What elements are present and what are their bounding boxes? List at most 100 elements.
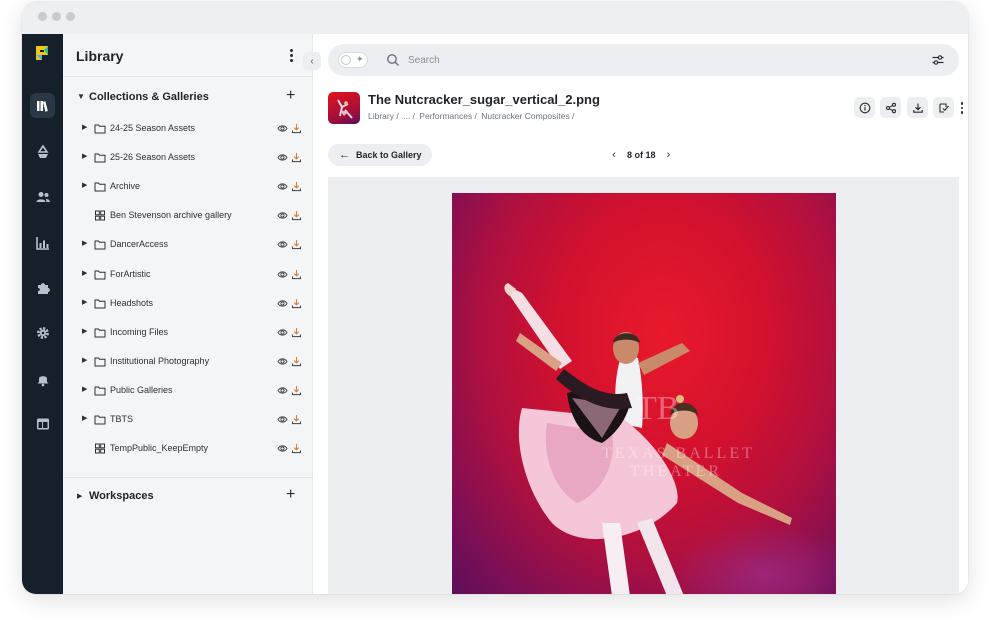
search-icon [387, 54, 399, 66]
visibility-icon[interactable] [277, 269, 288, 280]
breadcrumb-item[interactable]: Library / [368, 111, 399, 121]
download-icon[interactable] [291, 327, 302, 338]
visibility-icon[interactable] [277, 210, 288, 221]
download-icon[interactable] [291, 152, 302, 163]
tree-item[interactable]: ▶ 24-25 Season Assets [63, 118, 313, 140]
caret-right-icon[interactable]: ▶ [82, 414, 87, 422]
workspaces-section-header[interactable]: ▶ Workspaces + [63, 485, 313, 509]
bell-icon[interactable] [30, 366, 55, 391]
approve-icon[interactable] [933, 97, 954, 118]
image-pager: ‹ 8 of 18 › [609, 147, 674, 163]
chevron-right-icon[interactable]: › [664, 149, 674, 161]
chevron-left-icon[interactable]: ‹ [303, 52, 321, 70]
chart-icon[interactable] [30, 230, 55, 255]
caret-right-icon[interactable]: ▶ [82, 298, 87, 306]
folder-icon [94, 153, 106, 163]
tree-item[interactable]: ▶ TBTS [63, 409, 313, 431]
visibility-icon[interactable] [277, 152, 288, 163]
share-icon[interactable] [880, 97, 901, 118]
preview-image[interactable]: TB TEXAS BALLET THEATER [452, 193, 836, 594]
tree-item[interactable]: ▶ Headshots [63, 293, 313, 315]
add-collection-icon[interactable]: + [286, 87, 295, 105]
download-icon[interactable] [291, 210, 302, 221]
sidebar-title: Library [76, 48, 124, 64]
pager-label: 8 of 18 [627, 150, 656, 160]
tree-item-label: Ben Stevenson archive gallery [110, 210, 232, 220]
breadcrumb-item[interactable]: Nutcracker Composites / [481, 111, 574, 121]
tree-item[interactable]: ▶ DancerAccess [63, 234, 313, 256]
info-icon[interactable] [854, 97, 875, 118]
visibility-icon[interactable] [277, 239, 288, 250]
visibility-icon[interactable] [277, 443, 288, 454]
window-close-dot[interactable] [38, 12, 47, 21]
caret-right-icon[interactable]: ▶ [82, 123, 87, 131]
sidebar-more-icon[interactable] [285, 46, 297, 64]
caret-right-icon[interactable]: ▶ [82, 356, 87, 364]
caret-right-icon[interactable]: ▶ [82, 327, 87, 335]
download-icon[interactable] [291, 443, 302, 454]
tree-item-label: TempPublic_KeepEmpty [110, 443, 209, 453]
caret-right-icon[interactable]: ▶ [82, 239, 87, 247]
tree-item[interactable]: ▶ Public Galleries [63, 380, 313, 402]
download-icon[interactable] [291, 269, 302, 280]
download-icon[interactable] [907, 97, 928, 118]
library-icon[interactable] [30, 93, 55, 118]
search-input[interactable] [408, 50, 888, 70]
tree-item[interactable]: Ben Stevenson archive gallery [63, 205, 313, 227]
breadcrumb-item[interactable]: ... / [403, 111, 415, 121]
logo-icon[interactable] [33, 44, 51, 62]
recycle-icon[interactable] [30, 139, 55, 164]
visibility-icon[interactable] [277, 181, 288, 192]
asset-more-icon[interactable] [958, 100, 966, 116]
asset-title: The Nutcracker_sugar_vertical_2.png [368, 92, 600, 107]
breadcrumb-item[interactable]: Performances / [419, 111, 477, 121]
tree-item[interactable]: ▶ ForArtistic [63, 264, 313, 286]
settings-icon[interactable] [30, 320, 55, 345]
caret-down-icon[interactable]: ▼ [77, 92, 85, 101]
ai-search-toggle[interactable]: ✦ [338, 52, 368, 68]
visibility-icon[interactable] [277, 385, 288, 396]
caret-right-icon[interactable]: ▶ [82, 152, 87, 160]
nav-rail [22, 34, 63, 594]
ballet-dancers-illustration: TB TEXAS BALLET THEATER [504, 283, 836, 594]
caret-right-icon[interactable]: ▶ [82, 181, 87, 189]
app-window: Library ‹ ▼ Collections & Galleries + ▶ 2… [22, 2, 968, 594]
puzzle-icon[interactable] [30, 275, 55, 300]
asset-thumbnail [328, 92, 360, 124]
visibility-icon[interactable] [277, 123, 288, 134]
folder-icon [94, 124, 106, 134]
gallery-grid-icon [95, 443, 105, 454]
filter-icon[interactable] [931, 53, 945, 67]
download-icon[interactable] [291, 181, 302, 192]
download-icon[interactable] [291, 385, 302, 396]
folder-icon [94, 386, 106, 396]
window-minimize-dot[interactable] [52, 12, 61, 21]
download-icon[interactable] [291, 356, 302, 367]
chevron-left-icon[interactable]: ‹ [609, 149, 619, 161]
caret-right-icon[interactable]: ▶ [82, 269, 87, 277]
folder-icon [94, 182, 106, 192]
add-workspace-icon[interactable]: + [286, 486, 295, 504]
download-icon[interactable] [291, 239, 302, 250]
caret-right-icon[interactable]: ▶ [77, 492, 82, 500]
tree-item-label: Headshots [110, 298, 154, 308]
collections-section-header[interactable]: ▼ Collections & Galleries + [63, 86, 313, 110]
tree-item[interactable]: ▶ 25-26 Season Assets [63, 147, 313, 169]
visibility-icon[interactable] [277, 414, 288, 425]
download-icon[interactable] [291, 123, 302, 134]
tree-item[interactable]: ▶ Institutional Photography [63, 351, 313, 373]
back-to-gallery-button[interactable]: ← Back to Gallery [328, 144, 432, 166]
download-icon[interactable] [291, 414, 302, 425]
layout-icon[interactable] [30, 411, 55, 436]
download-icon[interactable] [291, 298, 302, 309]
users-icon[interactable] [30, 184, 55, 209]
visibility-icon[interactable] [277, 327, 288, 338]
visibility-icon[interactable] [277, 356, 288, 367]
visibility-icon[interactable] [277, 298, 288, 309]
tree-item[interactable]: ▶ Incoming Files [63, 322, 313, 344]
folder-icon [94, 328, 106, 338]
tree-item[interactable]: TempPublic_KeepEmpty [63, 438, 313, 460]
caret-right-icon[interactable]: ▶ [82, 385, 87, 393]
window-maximize-dot[interactable] [66, 12, 75, 21]
tree-item[interactable]: ▶ Archive [63, 176, 313, 198]
